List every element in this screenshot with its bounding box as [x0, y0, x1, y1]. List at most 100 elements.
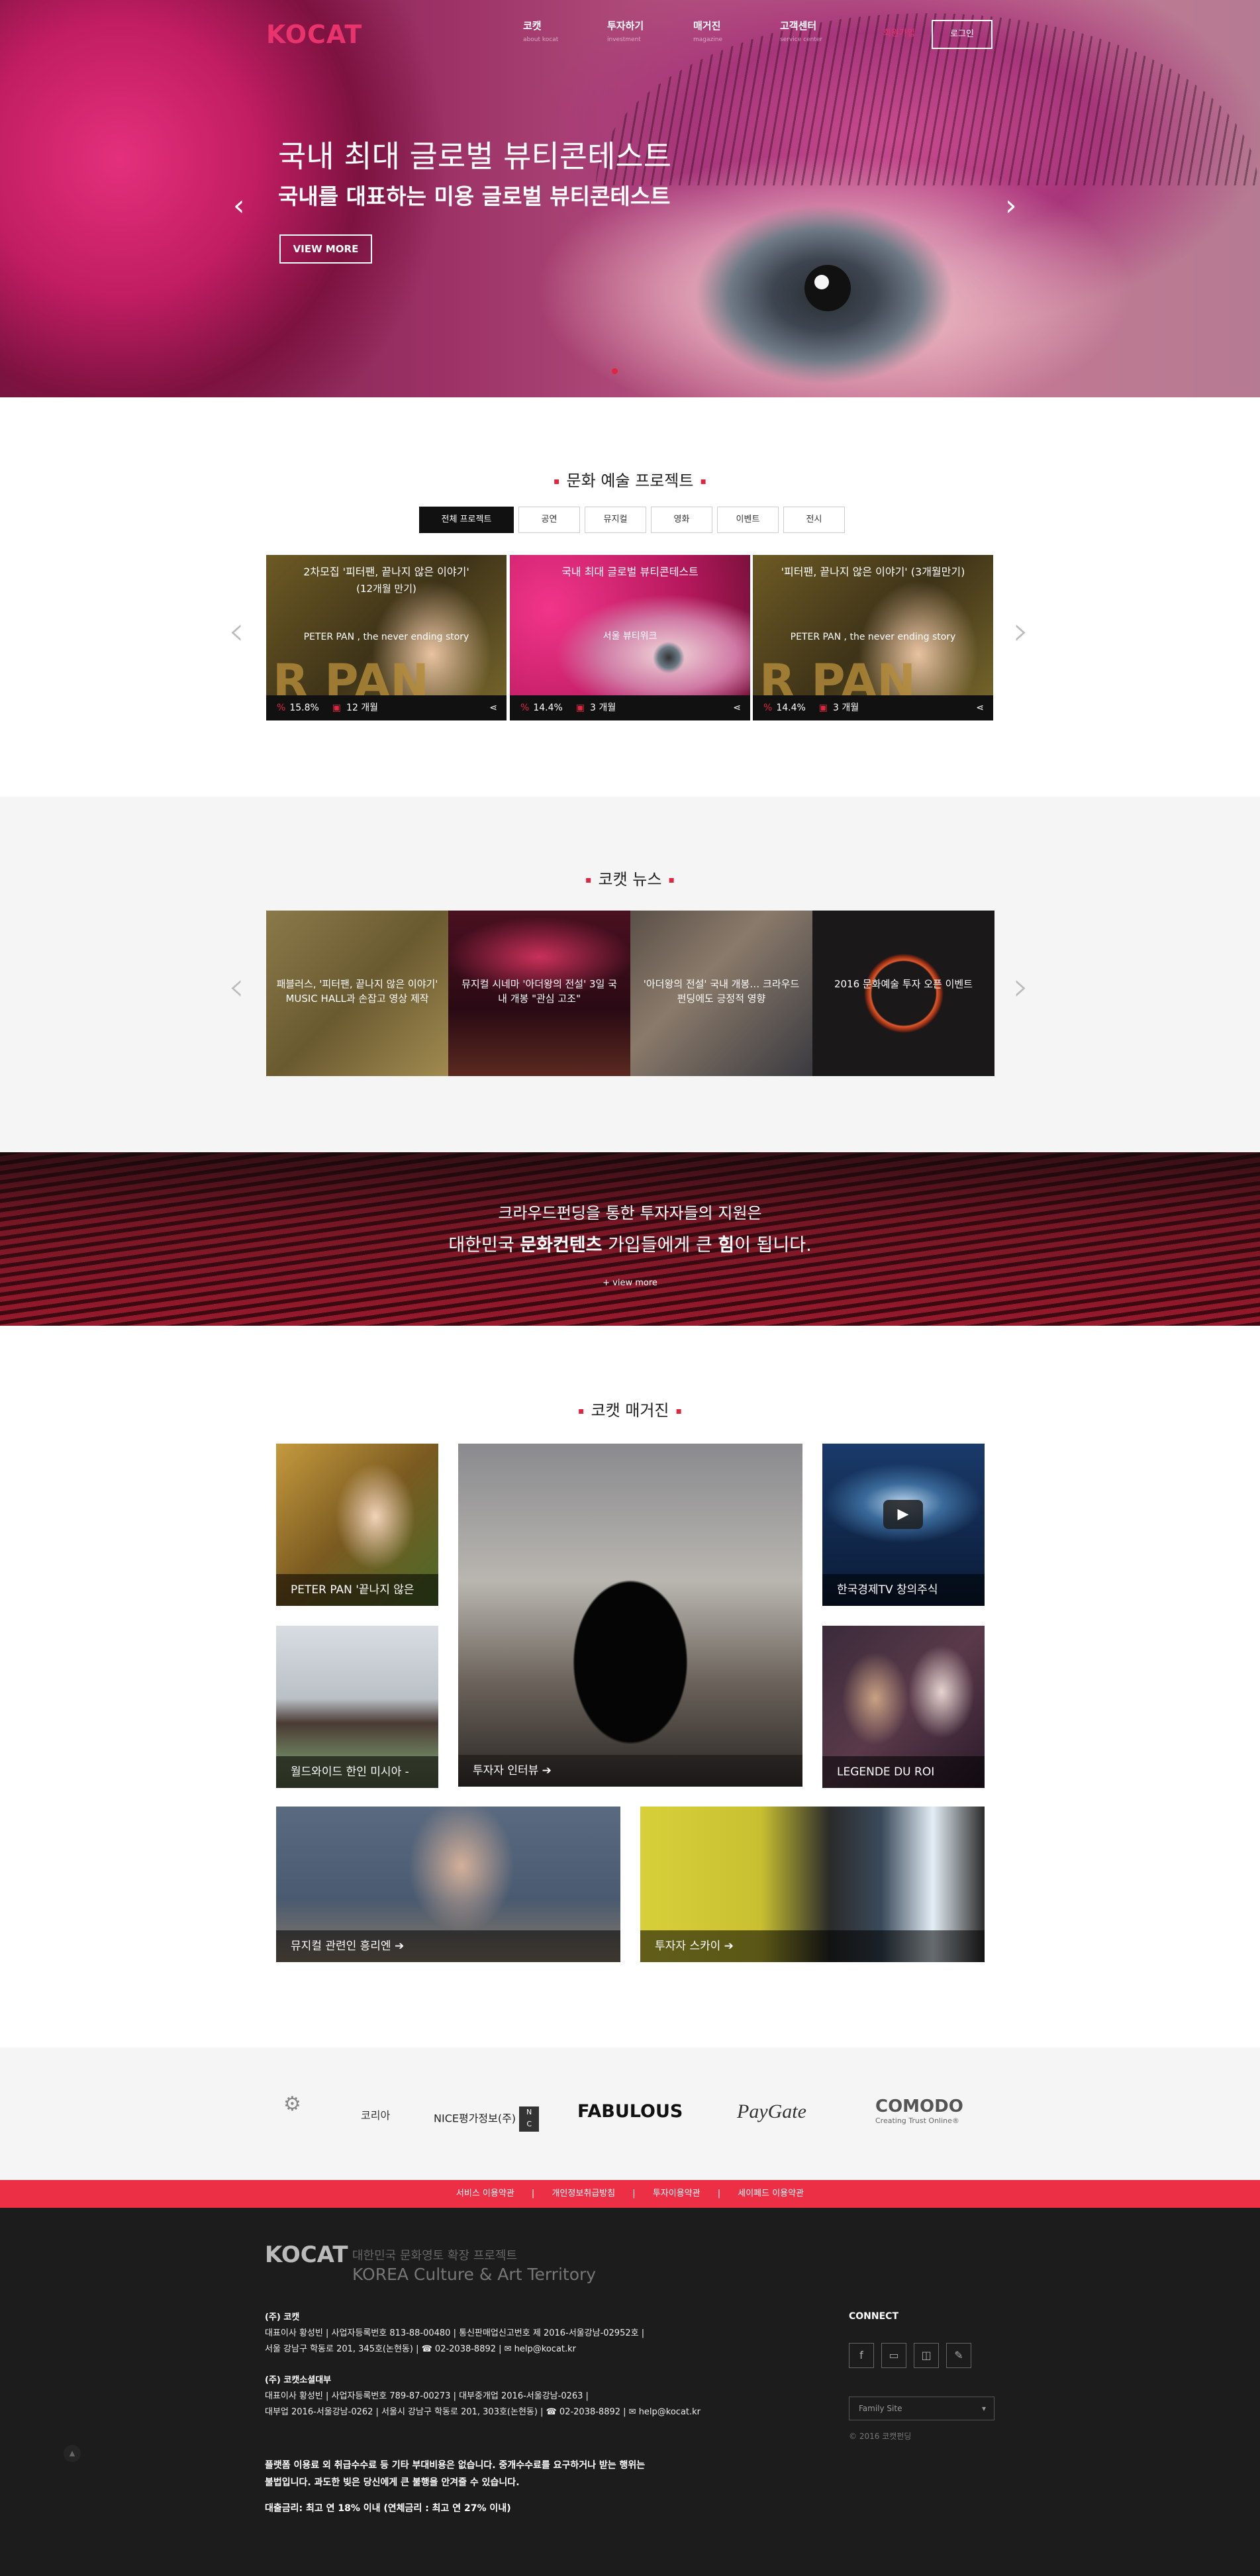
project-period: 12 개월	[346, 703, 379, 713]
login-button[interactable]: 로그인	[932, 20, 993, 49]
magazine-item-video[interactable]: ▶ 한국경제TV 창의주식	[822, 1444, 985, 1606]
hero-view-more-button[interactable]: VIEW MORE	[279, 234, 372, 264]
nav-item-invest[interactable]: 투자하기 investment	[607, 19, 644, 43]
nav-item-kocat[interactable]: 코캣 about kocat	[523, 19, 558, 43]
banner-text: 가입들에게 큰	[602, 1235, 718, 1256]
partner-emblem-icon: ⚙	[283, 2093, 301, 2116]
project-card[interactable]: R PAN '피터팬, 끝나지 않은 이야기' (3개월만기) PETER PA…	[753, 555, 993, 720]
magazine-label: PETER PAN '끝나지 않은	[276, 1574, 438, 1606]
news-title-text: 코캣 뉴스	[598, 870, 662, 889]
project-sub: (12개월 만기)	[356, 583, 416, 595]
partner-name: COMODO	[875, 2097, 963, 2116]
magazine-label: 투자자 인터뷰 ➔	[458, 1755, 802, 1787]
nav-label: 코캣	[523, 20, 542, 32]
news-next-arrow-icon[interactable]: ›	[1013, 964, 1029, 1010]
project-card[interactable]: 국내 최대 글로벌 뷰티콘테스트 서울 뷰티위크 % 14.4% ▣ 3 개월 ⋖	[510, 555, 750, 720]
magazine-item[interactable]: PETER PAN '끝나지 않은	[276, 1444, 438, 1606]
partner-logo[interactable]: PayGate	[737, 2101, 806, 2123]
scroll-top-icon[interactable]: ▲	[64, 2445, 81, 2462]
footer-notice: 플랫폼 이용료 외 취급수수료 등 기타 부대비용은 없습니다. 중개수수료를 …	[265, 2457, 645, 2491]
footer-slogan-ko: 대한민국 문화영토 확장 프로젝트	[352, 2249, 518, 2263]
magazine-item[interactable]: 월드와이드 한인 미시아 -	[276, 1626, 438, 1788]
news-item[interactable]: 뮤지컬 시네마 '아더왕의 전설' 3일 국내 개봉 "관심 고조"	[448, 911, 630, 1076]
facebook-icon[interactable]: f	[849, 2343, 874, 2368]
chevron-down-icon: ▾	[981, 2404, 986, 2413]
percent-icon: %	[277, 703, 286, 713]
company-name: (주) 코캣	[265, 2312, 300, 2322]
share-icon[interactable]: ⋖	[489, 695, 497, 720]
magazine-item[interactable]: 투자자 스카이 ➔	[640, 1807, 985, 1962]
footer-link-seyfert-terms[interactable]: 세이페드 이용약관	[738, 2189, 804, 2199]
tab-movie[interactable]: 영화	[651, 507, 712, 533]
footer-rate: 대출금리: 최고 연 18% 이내 (연체금리 : 최고 연 27% 이내)	[265, 2503, 511, 2514]
partner-logo[interactable]: 코리아	[361, 2106, 390, 2122]
footer-links-bar: 서비스 이용약관 | 개인정보취급방침 | 투자이용약관 | 세이페드 이용약관	[0, 2180, 1260, 2208]
nav-label: 고객센터	[780, 20, 817, 32]
project-desc: PETER PAN , the never ending story	[303, 632, 469, 642]
hero-next-arrow-icon[interactable]: ›	[1005, 189, 1017, 223]
projects-next-arrow-icon[interactable]: ›	[1013, 608, 1029, 654]
magazine-item-featured[interactable]: 투자자 인터뷰 ➔	[458, 1444, 802, 1787]
magazine-item[interactable]: LEGENDE DU ROI	[822, 1626, 985, 1788]
share-icon[interactable]: ⋖	[976, 695, 984, 720]
projects-prev-arrow-icon[interactable]: ‹	[228, 608, 244, 654]
news-prev-arrow-icon[interactable]: ‹	[228, 964, 244, 1010]
project-meta-bar: % 14.4% ▣ 3 개월 ⋖	[510, 695, 750, 720]
tab-all[interactable]: 전체 프로젝트	[419, 507, 514, 533]
pen-icon[interactable]: ✎	[946, 2343, 971, 2368]
projects-title-text: 문화 예술 프로젝트	[566, 471, 694, 490]
project-period: 3 개월	[590, 703, 616, 713]
banner-bold: 문화컨텐츠	[520, 1235, 603, 1256]
company-info-1: (주) 코캣 대표이사 황성빈 | 사업자등록번호 813-88-00480 |…	[265, 2310, 728, 2357]
magazine-label: 투자자 스카이 ➔	[640, 1930, 985, 1962]
notice-line: 불법입니다. 과도한 빚은 당신에게 큰 불행을 안겨줄 수 있습니다.	[265, 2477, 520, 2488]
nav-item-magazine[interactable]: 매거진 magazine	[693, 19, 722, 43]
hero-prev-arrow-icon[interactable]: ‹	[233, 189, 245, 223]
play-icon[interactable]: ▶	[883, 1500, 923, 1529]
magazine-label-text: 투자자 인터뷰	[473, 1764, 539, 1777]
news-text: 패블러스, '피터팬, 끝나지 않은 이야기' MUSIC HALL과 손잡고 …	[276, 978, 438, 1005]
title-mark-icon: ▪	[554, 476, 560, 487]
news-item[interactable]: 2016 문화예술 투자 오픈 이벤트	[812, 911, 994, 1076]
project-rate: 15.8%	[289, 703, 319, 713]
project-title: '피터팬, 끝나지 않은 이야기' (3개월만기)	[781, 566, 965, 578]
magazine-item[interactable]: 뮤지컬 관련인 흥리엔 ➔	[276, 1807, 620, 1962]
chat-icon[interactable]: ▭	[881, 2343, 906, 2368]
tab-musical[interactable]: 뮤지컬	[585, 507, 646, 533]
calendar-icon: ▣	[575, 703, 585, 713]
partner-logo[interactable]: NICE평가정보(주) NC	[434, 2106, 540, 2132]
footer-link-invest-terms[interactable]: 투자이용약관	[653, 2189, 701, 2199]
project-desc: PETER PAN , the never ending story	[790, 632, 956, 642]
hero-subtitle: 국내를 대표하는 미용 글로벌 뷰티콘테스트	[278, 183, 671, 209]
footer-link-privacy[interactable]: 개인정보취급방침	[552, 2189, 615, 2199]
tab-event[interactable]: 이벤트	[717, 507, 779, 533]
divider: |	[717, 2189, 721, 2199]
tab-performance[interactable]: 공연	[518, 507, 580, 533]
nav-item-service[interactable]: 고객센터 service center	[780, 19, 822, 43]
partner-name: NICE평가정보(주)	[434, 2112, 516, 2125]
hero-dot-active[interactable]	[612, 368, 618, 374]
family-site-select[interactable]: Family Site ▾	[849, 2397, 994, 2420]
project-card[interactable]: R PAN 2차모집 '피터팬, 끝나지 않은 이야기' (12개월 만기) P…	[266, 555, 507, 720]
hero-pupil-decoration	[804, 265, 851, 311]
share-icon[interactable]: ⋖	[733, 695, 741, 720]
footer-link-terms[interactable]: 서비스 이용약관	[456, 2189, 514, 2199]
blog-icon[interactable]: ◫	[914, 2343, 939, 2368]
footer-slogan-en: KOREA Culture & Art Territory	[352, 2265, 597, 2284]
join-button[interactable]: 회원가입	[869, 20, 929, 48]
logo[interactable]: KOCAT	[266, 20, 362, 49]
banner-view-more-link[interactable]: + view more	[0, 1278, 1260, 1288]
footer-logo: KOCAT	[265, 2242, 348, 2268]
news-item[interactable]: 패블러스, '피터팬, 끝나지 않은 이야기' MUSIC HALL과 손잡고 …	[266, 911, 448, 1076]
tab-exhibition[interactable]: 전시	[783, 507, 845, 533]
partner-tagline: Creating Trust Online®	[875, 2116, 959, 2125]
banner-line1: 크라우드펀딩을 통한 투자자들의 지원은	[498, 1204, 762, 1222]
news-item[interactable]: '아더왕의 전설' 국내 개봉… 크라우드 펀딩에도 긍정적 영향	[630, 911, 812, 1076]
magazine-title-text: 코캣 매거진	[591, 1401, 669, 1420]
nav-sub: about kocat	[523, 36, 559, 43]
partner-logo[interactable]: FABULOUS	[577, 2101, 683, 2122]
projects-title: ▪ 문화 예술 프로젝트 ▪	[0, 468, 1260, 491]
calendar-icon: ▣	[332, 703, 342, 713]
divider: |	[632, 2189, 636, 2199]
partner-logo[interactable]: COMODO Creating Trust Online®	[875, 2097, 963, 2125]
